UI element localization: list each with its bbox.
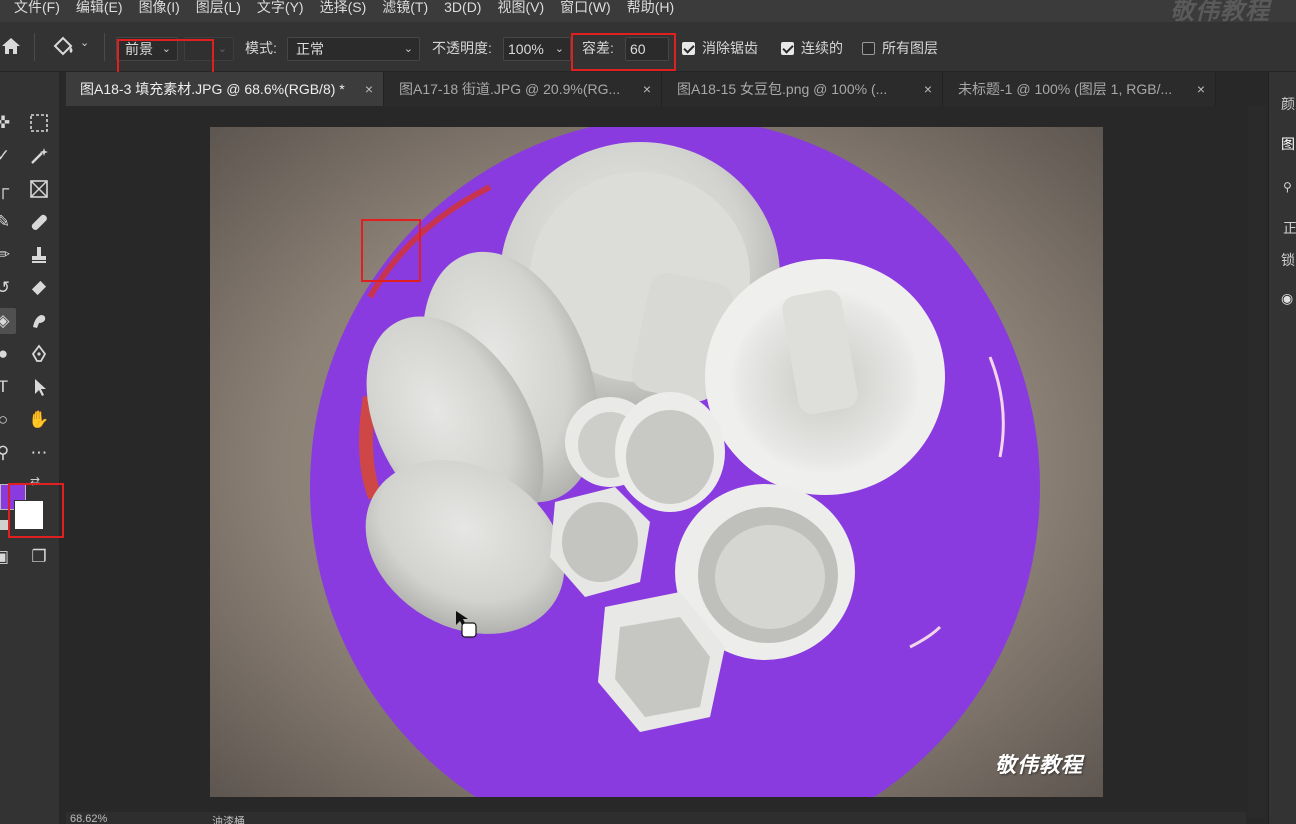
menu-view[interactable]: 视图(V) (497, 0, 544, 15)
quick-mask-icon[interactable]: ▣ (0, 544, 14, 570)
blend-mode-label[interactable]: 正 (1283, 218, 1296, 238)
smudge-tool-icon[interactable] (26, 308, 52, 334)
opacity-label: 不透明度: (432, 40, 492, 56)
menu-3d[interactable]: 3D(D) (444, 0, 481, 15)
eraser-tool-icon[interactable] (26, 275, 52, 301)
tab-document-2[interactable]: 图A17-18 街道.JPG @ 20.9%(RG... × (385, 72, 662, 106)
menu-help[interactable]: 帮助(H) (627, 0, 674, 15)
history-brush-tool-icon[interactable]: ↺ (0, 275, 16, 301)
highlight-box (571, 33, 676, 71)
magic-wand-tool-icon[interactable] (26, 143, 52, 169)
tab-label: 图A17-18 街道.JPG @ 20.9%(RG... (399, 81, 621, 97)
dodge-tool-icon[interactable]: ● (0, 341, 16, 367)
paint-bucket-icon[interactable] (50, 34, 76, 60)
hand-tool-icon[interactable]: ✋ (26, 407, 52, 433)
layers-panel-label[interactable]: 图 (1281, 134, 1295, 154)
menu-layer[interactable]: 图层(L) (196, 0, 241, 15)
close-icon[interactable]: × (924, 72, 932, 106)
pen-tool-icon[interactable] (26, 341, 52, 367)
all-layers-checkbox[interactable] (862, 42, 875, 55)
menu-bar: 文件(F) 编辑(E) 图像(I) 图层(L) 文字(Y) 选择(S) 滤镜(T… (0, 0, 1296, 25)
all-layers-label: 所有图层 (882, 40, 938, 56)
eyedropper-tool-icon[interactable]: ✎ (0, 209, 16, 235)
brush-tool-icon[interactable]: ✏ (0, 242, 16, 268)
close-icon[interactable]: × (365, 72, 373, 106)
screen-mode-icon[interactable]: ❐ (26, 544, 52, 570)
menu-file[interactable]: 文件(F) (14, 0, 60, 15)
tab-label: 未标题-1 @ 100% (图层 1, RGB/... (958, 81, 1173, 97)
opacity-value: 100% (508, 41, 544, 57)
lock-label: 锁 (1281, 252, 1295, 268)
path-selection-tool-icon[interactable] (26, 374, 52, 400)
contiguous-label: 连续的 (801, 40, 843, 56)
tab-document-4[interactable]: 未标题-1 @ 100% (图层 1, RGB/... × (944, 72, 1216, 106)
menu-select[interactable]: 选择(S) (320, 0, 367, 15)
highlight-box (361, 219, 421, 282)
right-panel-dock: 颜 图 ⚲ 正 锁 ◉ (1268, 72, 1296, 824)
menu-image[interactable]: 图像(I) (139, 0, 180, 15)
frame-tool-icon[interactable] (26, 176, 52, 202)
menu-edit[interactable]: 编辑(E) (76, 0, 123, 15)
mode-value: 正常 (296, 41, 324, 57)
type-tool-icon[interactable]: T (0, 374, 16, 400)
tool-preset-chevron-icon[interactable]: ⌄ (80, 36, 89, 49)
move-tool-icon[interactable]: ✜ (0, 110, 16, 136)
antialias-checkbox[interactable] (682, 42, 695, 55)
tab-document-1[interactable]: 图A18-3 填充素材.JPG @ 68.6%(RGB/8) * × (66, 72, 384, 106)
mode-select[interactable]: 正常 ⌄ (287, 37, 420, 61)
menu-window[interactable]: 窗口(W) (560, 0, 611, 15)
tab-label: 图A18-15 女豆包.png @ 100% (... (677, 81, 888, 97)
canvas-watermark: 敬伟教程 (995, 754, 1083, 777)
shape-tool-icon[interactable]: ○ (0, 407, 16, 433)
healing-brush-tool-icon[interactable] (26, 209, 52, 235)
separator (34, 33, 35, 61)
zoom-level[interactable]: 68.62% (70, 813, 107, 824)
home-icon[interactable] (0, 35, 22, 57)
crop-tool-icon[interactable]: ┌ (0, 176, 16, 202)
marquee-tool-icon[interactable] (26, 110, 52, 136)
tab-document-3[interactable]: 图A18-15 女豆包.png @ 100% (... × (663, 72, 943, 106)
clone-stamp-tool-icon[interactable] (26, 242, 52, 268)
document-canvas[interactable]: 敬伟教程 (210, 127, 1103, 797)
color-panel-label[interactable]: 颜 (1281, 94, 1295, 114)
menu-filter[interactable]: 滤镜(T) (382, 0, 428, 15)
antialias-label: 消除锯齿 (702, 40, 758, 56)
separator (104, 33, 105, 61)
canvas-image (210, 127, 1103, 797)
eye-icon[interactable]: ◉ (1281, 290, 1293, 307)
close-icon[interactable]: × (1197, 72, 1205, 106)
tools-panel: ✜ ✓ ┌ ✎ ✏ ↺ ◈ ● T ○ ✋ ⚲ ⋯ ⇄ ▣ ❐ (0, 72, 64, 824)
menu-type[interactable]: 文字(Y) (257, 0, 304, 15)
lasso-tool-icon[interactable]: ✓ (0, 143, 16, 169)
chevron-down-icon: ⌄ (554, 43, 564, 55)
mode-label: 模式: (245, 40, 277, 56)
default-colors-icon[interactable] (0, 520, 8, 530)
status-text: 油漆桶 (212, 816, 245, 824)
tab-label: 图A18-3 填充素材.JPG @ 68.6%(RGB/8) * (80, 81, 345, 97)
document-tabs: 图A18-3 填充素材.JPG @ 68.6%(RGB/8) * × 图A17-… (66, 72, 1216, 106)
paint-bucket-tool-icon[interactable]: ◈ (0, 308, 16, 334)
options-bar: ⌄ 前景 ⌄ ⌄ 模式: 正常 ⌄ 不透明度: 100% ⌄ 容差: 60 消除… (0, 22, 1296, 93)
highlight-box (8, 483, 64, 538)
status-bar: 68.62% 油漆桶 (66, 812, 1246, 824)
chevron-down-icon: ⌄ (403, 43, 413, 55)
zoom-tool-icon[interactable]: ⚲ (0, 440, 16, 466)
contiguous-checkbox[interactable] (781, 42, 794, 55)
close-icon[interactable]: × (643, 72, 651, 106)
chevron-down-icon: ⌄ (217, 43, 227, 55)
opacity-input[interactable]: 100% ⌄ (503, 37, 571, 61)
search-icon[interactable]: ⚲ (1283, 180, 1292, 194)
vertical-scrollbar[interactable] (1248, 106, 1266, 818)
more-tools-icon[interactable]: ⋯ (26, 440, 52, 466)
